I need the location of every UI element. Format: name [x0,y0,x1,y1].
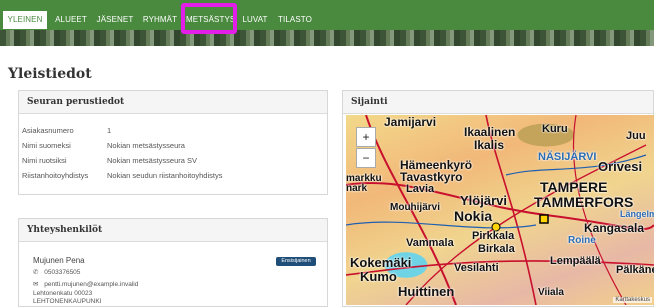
map-label: Vammala [406,237,454,249]
info-row-association: Riistanhoitoyhdistys Nokian seudun riist… [22,171,222,180]
tab-jasenet[interactable]: JÄSENET [95,11,135,29]
map-label: Lavia [406,183,435,195]
map-label: Pirkkala [472,230,515,242]
info-label: Riistanhoitoyhdistys [22,171,89,180]
map-label: Vesilahti [454,262,499,274]
info-value: Nokian seudun riistanhoitoyhdistys [107,171,223,180]
map-label: Roine [568,235,596,246]
map-label: Huittinen [398,284,455,299]
basic-info-heading: Seuran perustiedot [19,91,327,114]
map-label: Juu [626,130,646,142]
map-label: TAMMERFORS [534,194,634,210]
map-label: Kokemäki [350,255,412,270]
info-row-customer-number: Asiakasnumero 1 [22,126,111,135]
map-attribution[interactable]: Karttakeskus [613,297,652,303]
contact-name: Mujunen Pena [33,256,85,265]
map-label: Längelmä [620,209,654,219]
header-banner-strip [0,30,654,46]
map-label: nark [346,183,368,194]
zoom-out-button[interactable]: − [356,148,376,168]
info-value: Nokian metsästysseura SV [107,156,198,165]
info-label: Nimi ruotsiksi [22,156,67,165]
map-label: Orivesi [598,159,643,174]
map-label: Pälkäne [616,264,654,276]
phone-icon: ✆ [33,269,39,276]
info-label: Asiakasnumero [22,126,74,135]
map-label: Viiala [538,287,564,298]
tab-luvat[interactable]: LUVAT [240,11,270,29]
map-label: NÄSIJÄRVI [538,151,597,163]
map-label: Kangasala [584,221,645,235]
contact-phone: 0503376505 [44,269,81,276]
contacts-heading: Yhteyshenkilöt [19,219,327,242]
primary-badge: Ensisijainen [276,257,316,266]
envelope-icon: ✉ [33,281,39,288]
map-label: Kuru [542,123,568,135]
tab-highlight-box [181,3,237,34]
map-label: Kumo [360,269,397,284]
contact-address-line2: LEHTONENKAUPUNKI [33,298,102,305]
location-heading: Sijainti [343,91,653,114]
map-label: Nokia [454,208,493,224]
info-row-name-fi: Nimi suomeksi Nokian metsästysseura [22,141,185,150]
location-map[interactable]: + − Jamijarvi Ikaalinen Ikalis Kuru Juu … [346,115,654,305]
map-label: Mouhijärvi [390,202,441,213]
tab-tilasto[interactable]: TILASTO [276,11,314,29]
contact-email-line: ✉ pentti.mujunen@example.invalid [33,280,138,288]
tab-alueet[interactable]: ALUEET [54,11,88,29]
map-label: Lempäälä [550,255,601,267]
contact-email[interactable]: pentti.mujunen@example.invalid [44,281,138,288]
contact-phone-line: ✆ 0503376505 [33,268,80,276]
contact-address-line1: Lehtonenkatu 00023 [33,290,93,297]
map-label: Birkala [478,243,515,255]
zoom-in-button[interactable]: + [356,127,376,147]
info-row-name-sv: Nimi ruotsiksi Nokian metsästysseura SV [22,156,197,165]
tab-ryhmat[interactable]: RYHMÄT [141,11,179,29]
page-title: Yleistiedot [8,66,92,82]
info-value: Nokian metsästysseura [107,141,185,150]
map-label: Jamijarvi [384,115,437,129]
map-label: Ylöjärvi [460,193,507,208]
map-label: TAMPERE [540,179,608,195]
map-label: Tavastkyro [400,170,463,184]
top-navigation: YLEINEN ALUEET JÄSENET RYHMÄT METSÄSTYS … [0,0,654,46]
info-value: 1 [107,126,112,135]
map-label: Ikalis [474,138,505,152]
info-label: Nimi suomeksi [22,141,71,150]
tab-yleinen[interactable]: YLEINEN [3,11,47,29]
map-label: Ikaalinen [464,125,516,139]
